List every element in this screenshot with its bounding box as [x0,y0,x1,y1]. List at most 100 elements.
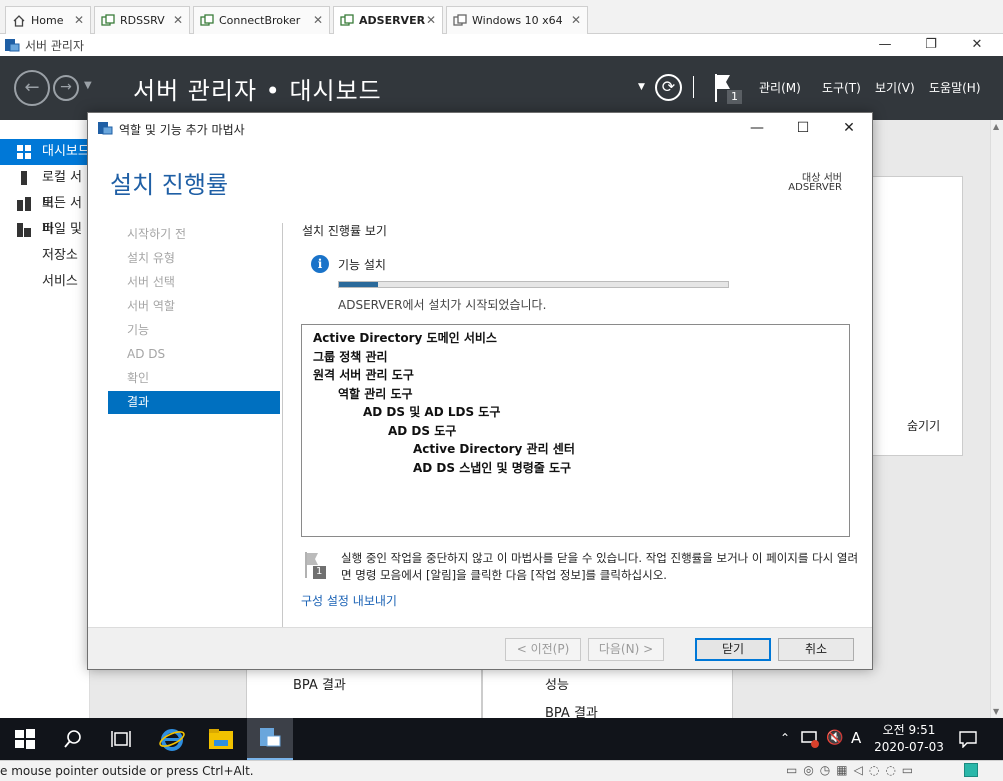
bpa-results-left[interactable]: BPA 결과 [293,674,346,693]
device-icons[interactable]: ▭◎◷▦◁◌◌▭ [786,763,919,777]
wizard-minimize-button[interactable]: — [742,117,772,139]
menu-view[interactable]: 보기(V) [875,79,915,96]
notifications-flag[interactable]: 1 [712,72,746,106]
taskbar-server-manager[interactable] [247,718,293,760]
breadcrumb-dropdown-icon[interactable]: ▼ [638,82,645,92]
internet-explorer-icon[interactable] [158,725,186,753]
step-server-selection[interactable]: 서버 선택 [108,271,280,294]
close-button[interactable]: 닫기 [695,638,771,661]
server-manager-icon [5,39,20,52]
result-item: 그룹 정책 관리 [313,349,388,364]
vm-tab-label: RDSSRV [120,14,165,27]
vm-tab-windows10[interactable]: Windows 10 x64 ✕ [446,6,588,34]
step-installation-type[interactable]: 설치 유형 [108,247,280,270]
header-divider [693,76,694,98]
taskbar: ⌃ 🔇 A 오전 9:51 2020-07-03 [0,718,1003,760]
volume-muted-icon[interactable]: 🔇 [826,730,843,746]
history-dropdown-icon[interactable]: ▼ [84,80,92,91]
step-before-you-begin[interactable]: 시작하기 전 [108,223,280,246]
vm-tab-label: Windows 10 x64 [472,14,563,27]
action-center-icon[interactable] [958,730,978,748]
close-wizard-note: 실행 중인 작업을 중단하지 않고 이 마법사를 닫을 수 있습니다. 작업 진… [341,551,859,582]
vm-tab-connectbroker[interactable]: ConnectBroker ✕ [193,6,330,34]
home-icon [13,14,25,27]
close-icon[interactable]: ✕ [426,13,436,27]
menu-tools[interactable]: 도구(T) [822,79,861,96]
close-icon[interactable]: ✕ [173,13,183,27]
search-icon[interactable] [62,728,84,750]
dashboard-icon [17,145,31,159]
install-progress-bar [338,281,729,288]
minimize-button[interactable]: — [862,34,908,56]
task-view-icon[interactable] [110,728,132,750]
forward-button[interactable]: → [53,75,79,101]
result-item: Active Directory 도메인 서비스 [313,331,497,345]
cancel-button[interactable]: 취소 [778,638,854,661]
vm-tab-rdssrv[interactable]: RDSSRV ✕ [94,6,190,34]
step-ad-ds[interactable]: AD DS [108,343,280,366]
sidebar-item-label: 파일 및 저장소 서비스 [42,222,83,289]
menu-help[interactable]: 도움말(H) [929,79,981,96]
sidebar-item-all-servers[interactable]: 모든 서버 [0,191,90,237]
progress-fill [339,282,378,287]
flag-icon [305,552,326,579]
sidebar-item-label: 대시보드 [42,144,90,159]
next-button[interactable]: 다음(N) > [588,638,664,661]
result-item: 역할 관리 도구 [338,386,413,401]
sidebar: 대시보드 로컬 서버 모든 서버 파일 및 저장소 서비스 [0,120,90,718]
vm-icon [101,13,115,26]
close-icon[interactable]: ✕ [571,13,581,27]
wizard-title: 역할 및 기능 추가 마법사 [119,123,245,137]
vm-tab-strip: Home ✕ RDSSRV ✕ ConnectBroker ✕ ADSERVER… [0,0,1003,34]
file-explorer-icon[interactable] [208,727,234,751]
vm-tab-home[interactable]: Home ✕ [5,6,91,34]
restore-button[interactable]: ❐ [908,34,954,56]
chevron-up-icon[interactable]: ⌃ [780,731,790,745]
performance-right[interactable]: 성능 [545,674,569,693]
refresh-button[interactable]: ⟳ [655,74,682,101]
sidebar-item-dashboard[interactable]: 대시보드 [0,139,90,165]
result-item: AD DS 도구 [388,423,457,438]
wizard-close-button[interactable]: ✕ [834,117,864,139]
flag-badge: 1 [731,90,738,103]
sidebar-item-local-server[interactable]: 로컬 서버 [0,165,90,211]
scroll-down-icon[interactable]: ▼ [993,707,999,716]
hide-link[interactable]: 숨기기 [907,417,940,434]
clock[interactable]: 오전 9:51 2020-07-03 [873,722,945,756]
close-icon[interactable]: ✕ [313,13,323,27]
server-manager-icon [260,728,281,747]
result-item: AD DS 스냅인 및 명령줄 도구 [413,460,572,475]
network-icon[interactable] [800,730,820,748]
wizard-maximize-button[interactable]: ☐ [788,117,818,139]
wizard-footer: < 이전(P) 다음(N) > 닫기 취소 [88,627,872,669]
vm-tab-adserver[interactable]: ADSERVER ✕ [333,6,443,34]
view-progress-label: 설치 진행률 보기 [302,224,387,238]
flag-icon [715,74,742,104]
menu-manage[interactable]: 관리(M) [759,79,801,96]
vm-icon [200,13,214,26]
message-icon[interactable] [964,763,978,777]
result-item: Active Directory 관리 센터 [413,442,575,456]
windows-start-icon[interactable] [14,728,36,750]
previous-button[interactable]: < 이전(P) [505,638,581,661]
scrollbar[interactable]: ▲ ▼ [990,120,1003,718]
input-method-indicator[interactable]: A [851,729,861,747]
window-close-button[interactable]: ✕ [954,34,1000,56]
sidebar-item-file-storage[interactable]: 파일 및 저장소 서비스 [0,217,90,289]
progress-message: ADSERVER에서 설치가 시작되었습니다. [338,298,547,312]
step-server-roles[interactable]: 서버 역할 [108,295,280,318]
close-icon[interactable]: ✕ [74,13,84,27]
server-manager-header: ← → ▼ 서버 관리자 • 대시보드 ▼ ⟳ 1 관리(M) 도구(T) 보기… [0,56,1003,120]
welcome-panel: 숨기기 [870,176,963,456]
step-confirmation[interactable]: 확인 [108,367,280,390]
note-flag-badge: 1 [316,566,323,577]
scroll-up-icon[interactable]: ▲ [993,122,999,131]
step-results[interactable]: 결과 [108,391,280,414]
wizard-titlebar: 역할 및 기능 추가 마법사 — ☐ ✕ [88,113,872,143]
refresh-icon: ⟳ [661,77,676,96]
vm-icon [340,13,354,26]
results-list[interactable]: Active Directory 도메인 서비스 그룹 정책 관리 원격 서버 관리… [301,324,850,537]
step-features[interactable]: 기능 [108,319,280,342]
back-button[interactable]: ← [14,70,50,106]
export-settings-link[interactable]: 구성 설정 내보내기 [301,592,397,609]
